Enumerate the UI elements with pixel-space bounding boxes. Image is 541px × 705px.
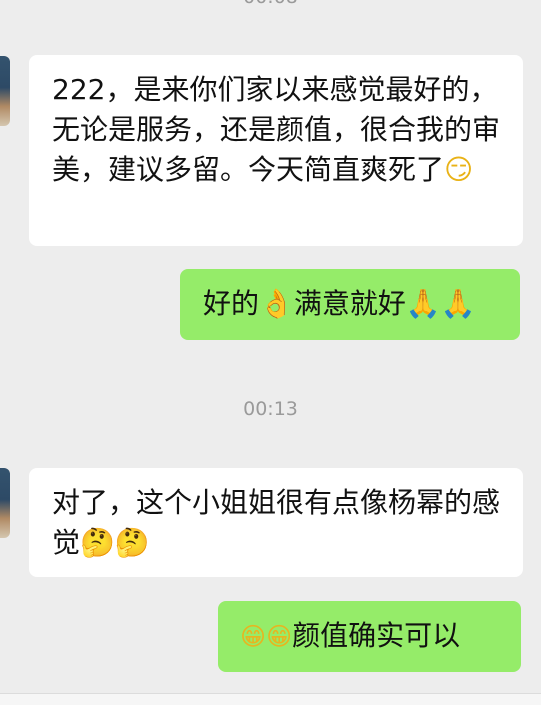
- message-bubble-sent-2[interactable]: 😁😁颜值确实可以: [218, 601, 521, 672]
- contact-avatar[interactable]: [0, 468, 10, 538]
- message-bubble-sent-1[interactable]: 好的👌满意就好🙏🙏: [180, 269, 520, 340]
- message-text: 222，是来你们家以来感觉最好的，无论是服务，还是颜值，很合我的审美，建议多留。…: [52, 73, 501, 186]
- contact-avatar[interactable]: [0, 56, 10, 126]
- message-bubble-received-1[interactable]: 222，是来你们家以来感觉最好的，无论是服务，还是颜值，很合我的审美，建议多留。…: [29, 55, 523, 246]
- message-text-part-1: 好的: [203, 287, 260, 320]
- thinking-face-icon: 🤔: [80, 526, 115, 559]
- smirk-face-icon: 😏: [444, 153, 474, 186]
- timestamp-middle: 00:13: [243, 398, 298, 420]
- folded-hands-icon: 🙏: [440, 287, 476, 320]
- input-bar[interactable]: [0, 693, 541, 705]
- timestamp-top: 00:08: [0, 0, 541, 8]
- grinning-face-icon: 😁: [266, 622, 293, 651]
- grinning-face-icon: 😁: [240, 622, 267, 651]
- ok-hand-icon: 👌: [259, 287, 294, 320]
- message-bubble-received-2[interactable]: 对了，这个小姐姐很有点像杨幂的感觉🤔🤔: [29, 468, 523, 577]
- thinking-face-icon: 🤔: [114, 526, 150, 559]
- folded-hands-icon: 🙏: [405, 287, 441, 320]
- message-text: 颜值确实可以: [292, 619, 461, 652]
- message-text-part-2: 满意就好: [293, 287, 406, 320]
